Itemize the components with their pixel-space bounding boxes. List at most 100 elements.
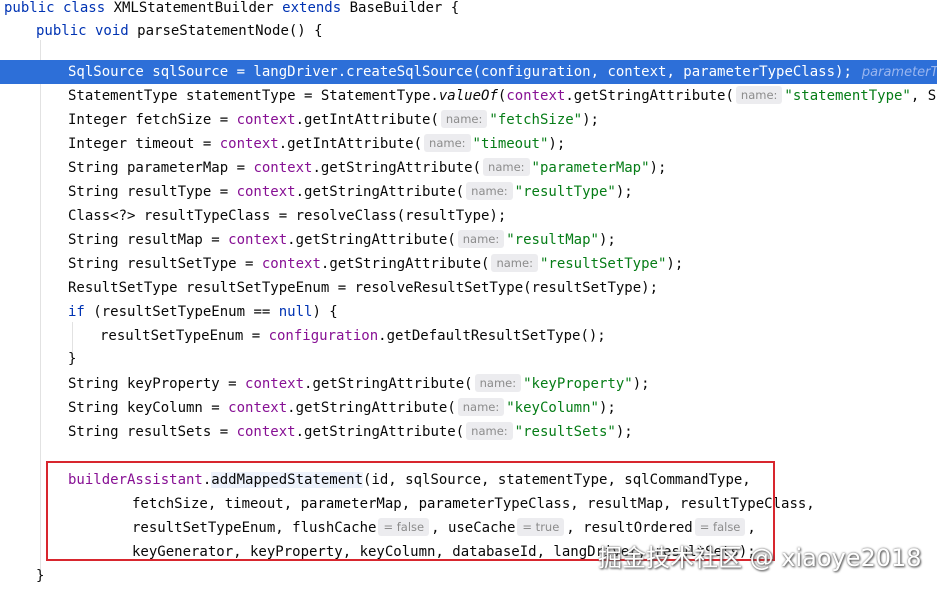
field-ref: context: [228, 400, 288, 416]
field-ref: context: [219, 136, 279, 152]
code-line[interactable]: if (resultSetTypeEnum == null) {: [0, 300, 937, 324]
class-name: XMLStatementBuilder: [113, 0, 283, 16]
code-text: Integer fetchSize =: [68, 112, 237, 128]
code-line[interactable]: builderAssistant.addMappedStatement(id, …: [0, 468, 937, 492]
code-text: );: [649, 160, 667, 176]
code-text: .getStringAttribute(: [295, 424, 465, 440]
string-literal: "resultSetType": [539, 256, 667, 272]
code-text: String parameterMap =: [68, 160, 254, 176]
code-text: ) {: [312, 304, 338, 320]
code-text: }: [68, 351, 77, 367]
code-line[interactable]: String keyColumn = context.getStringAttr…: [0, 396, 937, 420]
code-text: );: [548, 136, 566, 152]
inlay-hint: parameterType: [861, 65, 937, 80]
field-ref: context: [506, 88, 566, 104]
field-ref: context: [228, 232, 288, 248]
code-text: ,: [747, 520, 756, 536]
string-literal: "resultType": [514, 184, 616, 200]
code-text: );: [666, 256, 684, 272]
code-line[interactable]: String resultSets = context.getStringAtt…: [0, 420, 937, 444]
code-text: Class<?> resultTypeClass = resolveClass(…: [68, 208, 507, 224]
code-text: );: [615, 424, 633, 440]
code-text: StatementType statementType = StatementT…: [68, 88, 439, 104]
code-line[interactable]: resultSetTypeEnum, flushCache = false , us…: [0, 516, 937, 540]
code-text: );: [582, 112, 599, 128]
code-line[interactable]: String parameterMap = context.getStringA…: [0, 156, 937, 180]
string-literal: "parameterMap": [531, 160, 650, 176]
code-text: , useCache: [431, 520, 516, 536]
code-text: .getStringAttribute(: [304, 376, 473, 392]
code-line[interactable]: fetchSize, timeout, parameterMap, parame…: [0, 492, 937, 516]
code-text: );: [598, 400, 616, 416]
code-text: );: [632, 376, 650, 392]
code-line[interactable]: Class<?> resultTypeClass = resolveClass(…: [0, 204, 937, 228]
code-line[interactable]: public class XMLStatementBuilder extends…: [0, 0, 937, 20]
param-hint: = false: [694, 518, 746, 536]
field-ref: configuration: [268, 328, 379, 344]
code-text: .getStringAttribute(: [287, 232, 456, 248]
field-ref: builderAssistant: [68, 472, 203, 488]
keyword: null: [278, 304, 313, 320]
code-line[interactable]: }: [0, 347, 937, 371]
param-hint: name:: [457, 230, 505, 248]
param-hint: name:: [466, 182, 513, 200]
code-line[interactable]: public void parseStatementNode() {: [0, 19, 937, 43]
code-text: resultSetTypeEnum, flushCache: [132, 520, 377, 536]
code-text: String resultSets =: [68, 424, 237, 440]
code-text: .getIntAttribute(: [278, 136, 423, 152]
param-hint: name:: [440, 110, 488, 128]
code-line[interactable]: Integer fetchSize = context.getIntAttrib…: [0, 108, 937, 132]
param-hint: name:: [735, 86, 783, 104]
param-hint: name:: [424, 134, 471, 152]
code-line[interactable]: Integer timeout = context.getIntAttribut…: [0, 132, 937, 156]
field-ref: context: [253, 160, 313, 176]
string-literal: "keyColumn": [506, 400, 599, 416]
code-text: }: [36, 568, 45, 584]
field-ref: context: [236, 184, 296, 200]
code-line[interactable]: String resultMap = context.getStringAttr…: [0, 228, 937, 252]
code-text: .getIntAttribute(: [295, 112, 439, 128]
param-hint: name:: [457, 398, 505, 416]
keyword: extends: [282, 0, 350, 16]
code-text: , resultOrdered: [566, 520, 693, 536]
code-line[interactable]: StatementType statementType = StatementT…: [0, 84, 937, 108]
code-line[interactable]: String resultType = context.getStringAtt…: [0, 180, 937, 204]
code-text: .getStringAttribute(: [320, 256, 490, 272]
code-text: String resultMap =: [68, 232, 229, 248]
code-text: (resultSetTypeEnum ==: [93, 304, 279, 320]
code-text: fetchSize, timeout, parameterMap, parame…: [132, 496, 815, 512]
keyword: if: [68, 304, 94, 320]
code-line[interactable]: resultSetTypeEnum = configuration.getDef…: [0, 324, 937, 348]
param-hint: name:: [491, 254, 538, 272]
field-ref: context: [245, 376, 305, 392]
field-ref: context: [236, 424, 296, 440]
code-line[interactable]: String resultSetType = context.getString…: [0, 252, 937, 276]
method-call: addMappedStatement: [211, 472, 364, 488]
string-literal: "resultSets": [514, 424, 616, 440]
param-hint: name:: [466, 422, 513, 440]
code-line[interactable]: ResultSetType resultSetTypeEnum = resolv…: [0, 276, 937, 300]
param-hint: = true: [517, 518, 565, 536]
code-line-selected[interactable]: SqlSource sqlSource = langDriver.createS…: [0, 60, 937, 84]
string-literal: "resultMap": [506, 232, 599, 248]
code-text: .getDefaultResultSetType();: [378, 328, 606, 344]
string-literal: "fetchSize": [489, 112, 583, 128]
code-text: );: [598, 232, 616, 248]
method-signature: parseStatementNode() {: [137, 23, 323, 39]
code-text: .getStringAttribute(: [312, 160, 482, 176]
code-text: String resultType =: [68, 184, 237, 200]
string-literal: "statementType": [784, 88, 911, 104]
code-line[interactable]: String keyProperty = context.getStringAt…: [0, 372, 937, 396]
code-text: .getStringAttribute(: [565, 88, 734, 104]
code-text: Integer timeout =: [68, 136, 220, 152]
code-text: String keyProperty =: [68, 376, 246, 392]
string-literal: "timeout": [472, 136, 549, 152]
param-hint: name:: [483, 158, 530, 176]
code-text: );: [615, 184, 633, 200]
code-text: (id, sqlSource, statementType, sqlComman…: [363, 472, 751, 488]
string-literal: "keyProperty": [523, 376, 633, 392]
code-text: .getStringAttribute(: [287, 400, 456, 416]
param-hint: name:: [474, 374, 522, 392]
watermark: 掘金技术社区 @ xiaoye2018: [598, 544, 922, 572]
field-ref: context: [236, 112, 296, 128]
